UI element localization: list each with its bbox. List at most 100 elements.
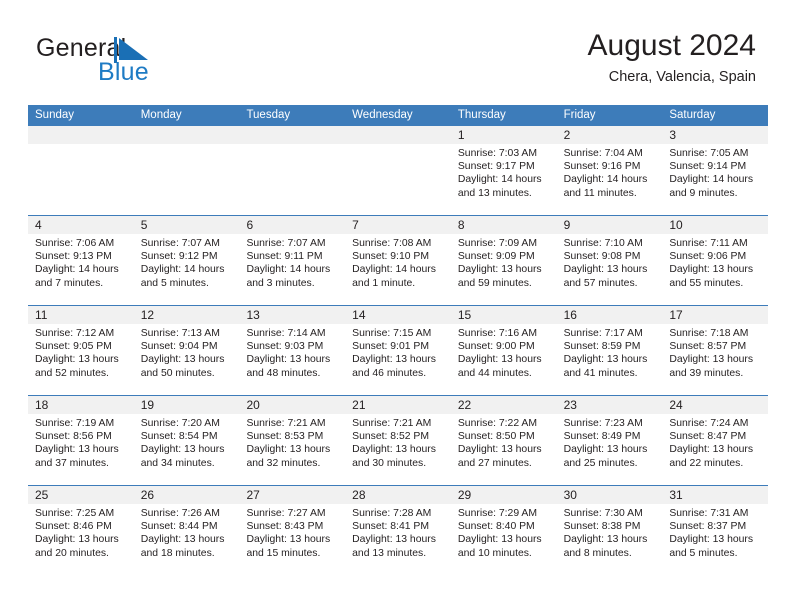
weekday-header-sunday: Sunday [35,109,75,121]
calendar-day-cell[interactable]: 2 Sunrise: 7:04 AM Sunset: 9:16 PM Daylight… [556,126,663,215]
day-number: 10 [662,216,769,234]
calendar-week-row: 4 Sunrise: 7:06 AM Sunset: 9:13 PM Daylight… [28,215,769,305]
sunrise-time: Sunrise: 7:27 AM [246,508,326,519]
calendar-day-cell[interactable]: 20 Sunrise: 7:21 AM Sunset: 8:53 PM Dayligh… [239,396,346,485]
daylight-duration-line2: and 10 minutes. [457,547,532,559]
daylight-duration-line2: and 1 minute. [352,277,416,289]
day-number: 22 [450,396,557,414]
daylight-duration-line1: Daylight: 14 hours [246,264,331,276]
sunset-time: Sunset: 8:41 PM [352,521,429,533]
day-number: 25 [28,486,134,504]
day-number: 23 [556,396,663,414]
sunset-time: Sunset: 8:38 PM [563,521,641,533]
sunset-time: Sunset: 8:52 PM [352,431,429,443]
calendar-day-cell[interactable]: 10 Sunrise: 7:11 AM Sunset: 9:06 PM Dayligh… [662,216,769,305]
day-details: Sunrise: 7:03 AM Sunset: 9:17 PM Daylight:… [451,144,557,200]
daylight-duration-line1: Daylight: 14 hours [140,264,225,276]
calendar-day-cell[interactable]: 15 Sunrise: 7:16 AM Sunset: 9:00 PM Dayligh… [450,306,557,395]
calendar-day-cell[interactable]: 19 Sunrise: 7:20 AM Sunset: 8:54 PM Dayligh… [133,396,240,485]
daylight-duration-line1: Daylight: 13 hours [140,534,225,546]
calendar-day-cell[interactable]: 21 Sunrise: 7:21 AM Sunset: 8:52 PM Dayligh… [345,396,451,485]
sunrise-time: Sunrise: 7:11 AM [669,238,748,249]
daylight-duration-line2: and 55 minutes. [669,277,744,289]
sunset-time: Sunset: 8:44 PM [140,521,218,533]
weekday-header-tuesday: Tuesday [246,109,291,121]
sunrise-time: Sunrise: 7:04 AM [563,148,643,159]
sunset-time: Sunset: 9:14 PM [669,161,747,173]
calendar-day-cell[interactable]: 26 Sunrise: 7:26 AM Sunset: 8:44 PM Dayligh… [133,486,240,575]
day-number: 28 [345,486,451,504]
day-number: 31 [662,486,769,504]
day-number: 18 [28,396,134,414]
sunset-time: Sunset: 9:01 PM [352,341,429,353]
calendar-day-cell[interactable]: 7 Sunrise: 7:08 AM Sunset: 9:10 PM Daylight… [345,216,451,305]
daylight-duration-line1: Daylight: 13 hours [563,354,648,366]
day-number: 13 [239,306,346,324]
daylight-duration-line1: Daylight: 13 hours [457,534,542,546]
sunrise-time: Sunrise: 7:24 AM [669,418,749,429]
brand-logo[interactable]: General Blue [36,36,246,94]
sunrise-time: Sunrise: 7:25 AM [35,508,115,519]
day-number [239,126,346,144]
sunrise-time: Sunrise: 7:19 AM [35,418,115,429]
calendar-day-cell[interactable]: 9 Sunrise: 7:10 AM Sunset: 9:08 PM Daylight… [556,216,663,305]
calendar-day-cell[interactable]: 31 Sunrise: 7:31 AM Sunset: 8:37 PM Dayligh… [662,486,769,575]
sunset-time: Sunset: 9:00 PM [457,341,535,353]
page-title: August 2024 [587,29,756,62]
daylight-duration-line1: Daylight: 13 hours [669,264,754,276]
sunset-time: Sunset: 8:53 PM [246,431,324,443]
calendar-page: General Blue August 2024 Chera, Valencia… [0,0,792,612]
calendar-day-cell[interactable]: 24 Sunrise: 7:24 AM Sunset: 8:47 PM Dayligh… [662,396,769,485]
daylight-duration-line2: and 41 minutes. [563,367,638,379]
calendar-day-cell[interactable]: 23 Sunrise: 7:23 AM Sunset: 8:49 PM Dayligh… [556,396,663,485]
sunset-time: Sunset: 9:09 PM [457,251,535,263]
calendar-day-cell[interactable]: 6 Sunrise: 7:07 AM Sunset: 9:11 PM Daylight… [239,216,346,305]
daylight-duration-line1: Daylight: 13 hours [669,354,754,366]
sunset-time: Sunset: 9:05 PM [35,341,112,353]
daylight-duration-line1: Daylight: 13 hours [563,444,648,456]
sunrise-time: Sunrise: 7:13 AM [140,328,220,339]
day-number: 14 [345,306,451,324]
day-number [345,126,451,144]
calendar-day-cell[interactable]: 28 Sunrise: 7:28 AM Sunset: 8:41 PM Dayligh… [345,486,451,575]
calendar-day-cell[interactable]: 4 Sunrise: 7:06 AM Sunset: 9:13 PM Daylight… [28,216,134,305]
day-details: Sunrise: 7:08 AM Sunset: 9:10 PM Daylight:… [345,234,451,290]
calendar-day-cell[interactable]: 8 Sunrise: 7:09 AM Sunset: 9:09 PM Daylight… [450,216,557,305]
daylight-duration-line1: Daylight: 13 hours [457,354,542,366]
calendar-day-cell[interactable]: 5 Sunrise: 7:07 AM Sunset: 9:12 PM Daylight… [133,216,240,305]
calendar-day-cell[interactable]: 1 Sunrise: 7:03 AM Sunset: 9:17 PM Daylight… [450,126,557,215]
daylight-duration-line2: and 39 minutes. [669,367,744,379]
calendar-day-cell[interactable]: 25 Sunrise: 7:25 AM Sunset: 8:46 PM Dayligh… [28,486,134,575]
daylight-duration-line2: and 22 minutes. [669,457,744,469]
sunrise-time: Sunrise: 7:21 AM [352,418,432,429]
day-details: Sunrise: 7:25 AM Sunset: 8:46 PM Daylight:… [28,504,134,560]
day-number: 4 [28,216,134,234]
calendar-day-cell[interactable]: 13 Sunrise: 7:14 AM Sunset: 9:03 PM Dayligh… [239,306,346,395]
daylight-duration-line1: Daylight: 14 hours [457,174,542,186]
daylight-duration-line2: and 48 minutes. [246,367,321,379]
daylight-duration-line1: Daylight: 13 hours [246,354,331,366]
calendar-day-cell[interactable]: 12 Sunrise: 7:13 AM Sunset: 9:04 PM Dayligh… [133,306,240,395]
day-details [134,144,240,147]
calendar-day-cell[interactable]: 14 Sunrise: 7:15 AM Sunset: 9:01 PM Dayligh… [345,306,451,395]
calendar-day-cell[interactable]: 3 Sunrise: 7:05 AM Sunset: 9:14 PM Daylight… [662,126,769,215]
daylight-duration-line1: Daylight: 13 hours [457,264,542,276]
calendar-day-cell[interactable]: 22 Sunrise: 7:22 AM Sunset: 8:50 PM Dayligh… [450,396,557,485]
sunrise-time: Sunrise: 7:09 AM [457,238,538,249]
calendar-day-cell[interactable]: 17 Sunrise: 7:18 AM Sunset: 8:57 PM Dayligh… [662,306,769,395]
calendar-day-cell[interactable]: 27 Sunrise: 7:27 AM Sunset: 8:43 PM Dayligh… [239,486,346,575]
calendar-day-cell[interactable]: 18 Sunrise: 7:19 AM Sunset: 8:56 PM Dayligh… [28,396,134,485]
day-details: Sunrise: 7:23 AM Sunset: 8:49 PM Daylight:… [557,414,663,470]
day-number: 7 [345,216,451,234]
sunrise-time: Sunrise: 7:14 AM [246,328,326,339]
calendar-day-cell[interactable]: 16 Sunrise: 7:17 AM Sunset: 8:59 PM Dayligh… [556,306,663,395]
day-details: Sunrise: 7:15 AM Sunset: 9:01 PM Daylight:… [345,324,451,380]
sunset-time: Sunset: 9:04 PM [140,341,218,353]
day-details: Sunrise: 7:17 AM Sunset: 8:59 PM Daylight:… [557,324,663,380]
calendar-day-cell[interactable]: 11 Sunrise: 7:12 AM Sunset: 9:05 PM Dayligh… [28,306,134,395]
logo-text-blue: Blue [98,58,149,86]
calendar-day-cell[interactable]: 29 Sunrise: 7:29 AM Sunset: 8:40 PM Dayligh… [450,486,557,575]
weekday-header-friday: Friday [563,109,596,121]
calendar-day-cell[interactable]: 30 Sunrise: 7:30 AM Sunset: 8:38 PM Dayligh… [556,486,663,575]
daylight-duration-line2: and 9 minutes. [669,187,738,199]
